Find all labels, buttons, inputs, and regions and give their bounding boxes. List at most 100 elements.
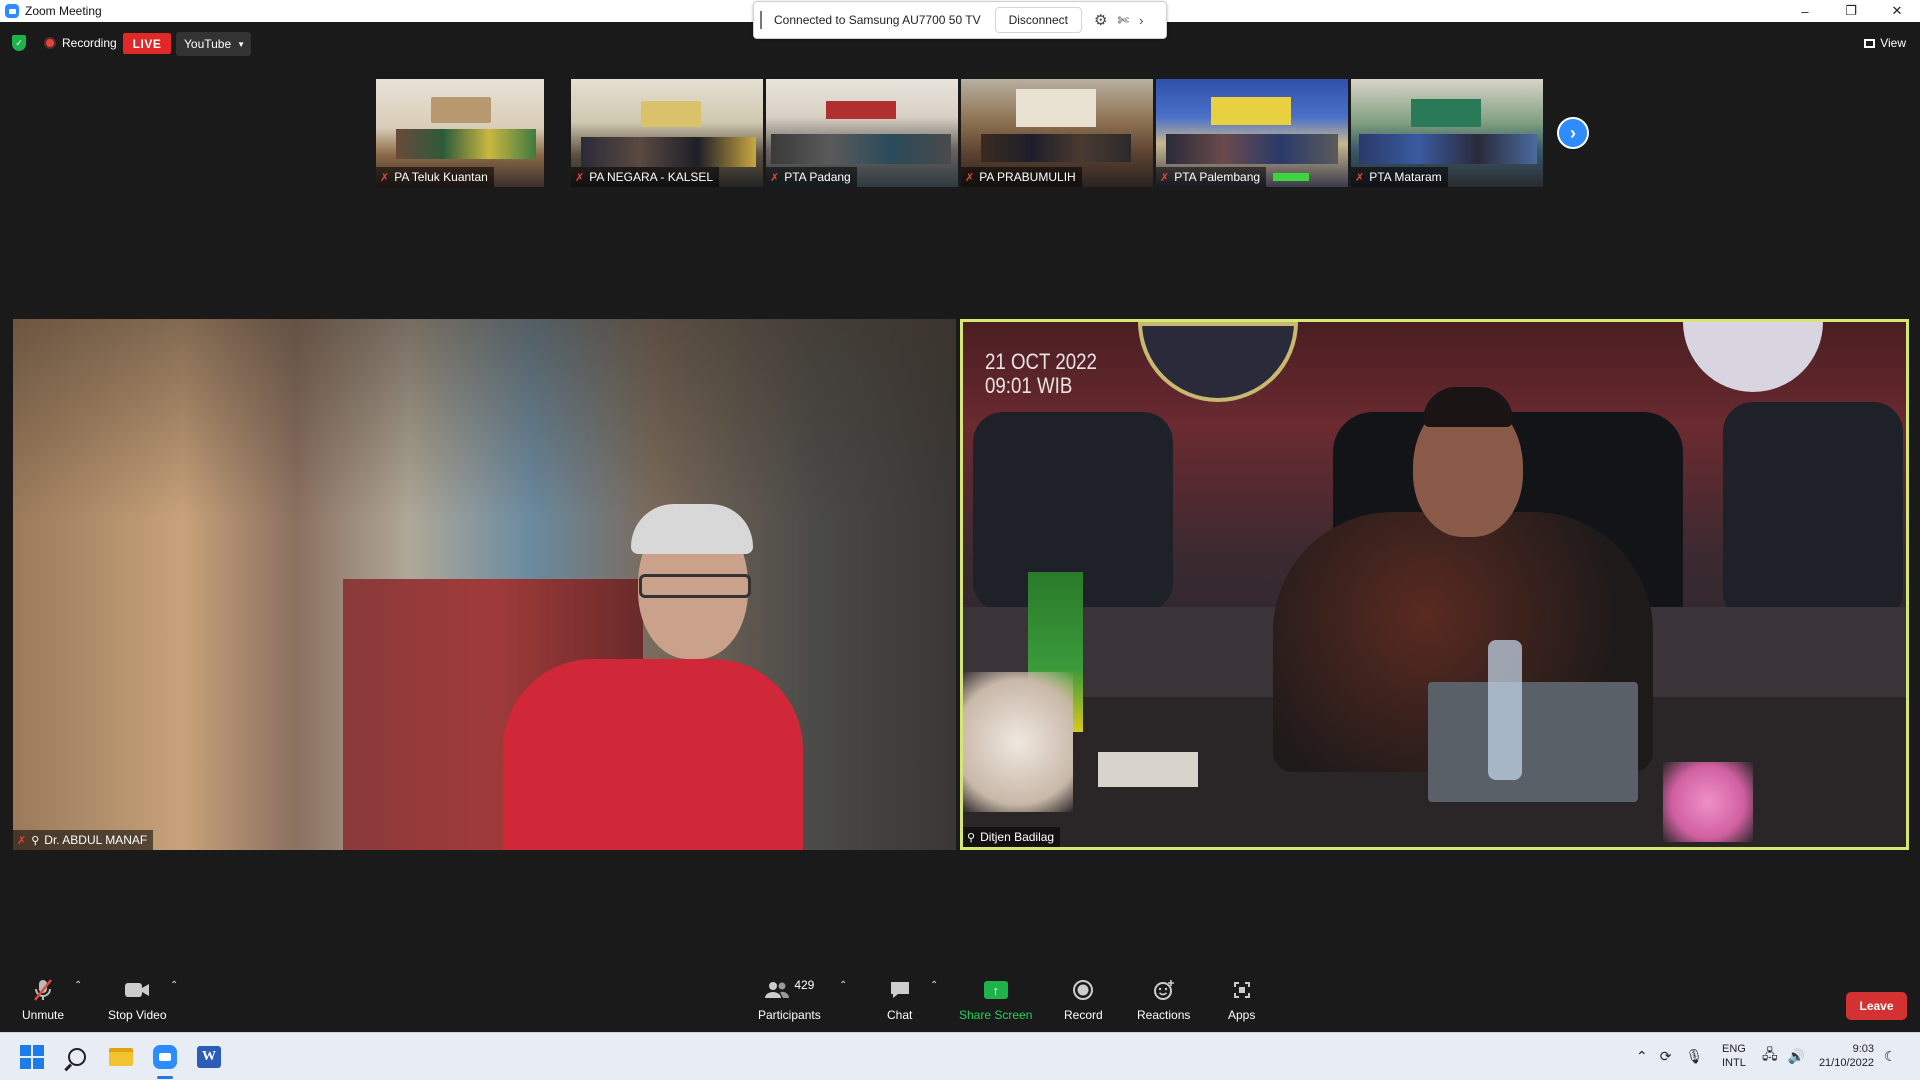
mic-muted-icon: ✗ — [575, 171, 585, 184]
taskbar-clock[interactable]: 9:03 21/10/2022 — [1812, 1042, 1874, 1070]
recording-indicator[interactable]: Recording — [44, 33, 117, 53]
search-button[interactable] — [62, 1042, 92, 1072]
thumbnail-name-tag: ✗ PA PRABUMULIH — [961, 167, 1082, 187]
participant-thumbnail[interactable]: ✗ PTA Palembang — [1156, 79, 1348, 187]
word-taskbar-button[interactable]: W — [194, 1042, 224, 1072]
next-page-button[interactable]: › — [1557, 117, 1589, 149]
minimize-button[interactable]: – — [1782, 0, 1828, 22]
gear-icon[interactable]: ⚙ — [1094, 11, 1107, 29]
stream-target-dropdown[interactable]: YouTube ▼ — [176, 32, 251, 56]
close-button[interactable]: ✕ — [1874, 0, 1920, 22]
start-button[interactable] — [17, 1042, 47, 1072]
moon-icon[interactable]: ☾ — [1884, 1048, 1897, 1065]
security-shield-icon[interactable]: ✓ — [12, 35, 26, 51]
participant-name: PA Teluk Kuantan — [394, 170, 488, 184]
active-app-indicator — [157, 1076, 173, 1079]
participant-name: PTA Padang — [784, 170, 851, 184]
audio-options-caret[interactable]: ⌃ — [74, 980, 82, 991]
overlay-time: 09:01 WIB — [985, 373, 1073, 398]
participant-thumbnail[interactable]: ✗ PA Teluk Kuantan — [376, 79, 544, 187]
clock-time: 9:03 — [1852, 1043, 1874, 1055]
person-figure — [503, 659, 803, 850]
lang-line2: INTL — [1722, 1057, 1746, 1069]
mic-muted-icon: ✗ — [380, 171, 390, 184]
participant-name: Ditjen Badilag — [980, 830, 1055, 844]
chat-label: Chat — [887, 1008, 913, 1022]
pin-icon: ⚲ — [31, 834, 40, 847]
chevron-up-icon[interactable]: ⌃ — [1636, 1048, 1648, 1065]
file-explorer-button[interactable] — [106, 1042, 136, 1072]
mic-muted-icon: ✗ — [1160, 171, 1170, 184]
mic-muted-icon: ✗ — [770, 171, 780, 184]
participant-name: PTA Mataram — [1369, 170, 1442, 184]
participants-options-caret[interactable]: ⌃ — [839, 980, 847, 991]
apps-icon — [1232, 976, 1252, 1004]
restore-button[interactable]: ❐ — [1828, 0, 1874, 22]
status-icons: 🖧 🔊 — [1762, 1032, 1805, 1080]
network-icon[interactable]: 🖧 — [1762, 1044, 1778, 1068]
thumbnail-name-tag: ✗ PA NEGARA - KALSEL — [571, 167, 720, 187]
participant-thumbnail[interactable]: ✗ PA NEGARA - KALSEL — [571, 79, 763, 187]
unmute-button[interactable]: Unmute — [22, 976, 64, 1022]
meeting-toolbar: Unmute ⌃ Stop Video ⌃ 429 Participants ⌃… — [0, 970, 1920, 1032]
zoom-taskbar-button[interactable] — [150, 1042, 180, 1072]
focus-assist: ☾ — [1884, 1032, 1897, 1080]
leave-button[interactable]: Leave — [1846, 992, 1907, 1020]
view-button[interactable]: View — [1864, 33, 1906, 53]
clock-date: 21/10/2022 — [1818, 1057, 1874, 1069]
chat-bubble-icon — [889, 976, 911, 1004]
thumbnail-name-tag: ✗ PTA Palembang — [1156, 167, 1267, 187]
stop-video-button[interactable]: Stop Video — [108, 976, 167, 1022]
participants-label: Participants — [758, 1008, 821, 1022]
smiley-icon — [1152, 976, 1176, 1004]
participant-thumbnail[interactable]: ✗ PTA Mataram — [1351, 79, 1543, 187]
video-tile-right[interactable]: 21 OCT 2022 09:01 WIB ⚲ Ditjen Badilag — [960, 319, 1909, 850]
video-options-caret[interactable]: ⌃ — [170, 980, 178, 991]
folder-icon — [109, 1048, 133, 1066]
search-icon — [68, 1048, 86, 1066]
participant-thumbnail[interactable]: ✗ PA PRABUMULIH — [961, 79, 1153, 187]
video-tile-left[interactable]: ✗ ⚲ Dr. ABDUL MANAF — [13, 319, 956, 850]
windows-taskbar: W — [0, 1032, 1920, 1080]
record-button[interactable]: Record — [1064, 976, 1103, 1022]
disconnect-button[interactable]: Disconnect — [994, 7, 1082, 33]
speaker-icon[interactable]: 🔊 — [1788, 1048, 1805, 1065]
mic-muted-icon: ✗ — [1355, 171, 1365, 184]
share-screen-button[interactable]: ↑ Share Screen — [959, 976, 1032, 1022]
unmute-label: Unmute — [22, 1008, 65, 1022]
cast-banner: Connected to Samsung AU7700 50 TV Discon… — [753, 1, 1167, 39]
window-title: Zoom Meeting — [25, 4, 102, 18]
tile-name-tag: ⚲ Ditjen Badilag — [963, 827, 1061, 847]
tile-name-tag: ✗ ⚲ Dr. ABDUL MANAF — [13, 830, 154, 850]
zoom-app-icon — [5, 4, 19, 18]
zoom-icon — [153, 1045, 177, 1069]
pin-icon: ⚲ — [967, 831, 976, 844]
microphone-icon[interactable]: 🎙 — [1685, 1048, 1703, 1065]
chevron-right-icon[interactable]: › — [1139, 13, 1143, 28]
sync-icon[interactable]: ⟳ — [1660, 1048, 1672, 1065]
participant-name: Dr. ABDUL MANAF — [44, 833, 148, 847]
input-language[interactable]: ENG INTL — [1722, 1042, 1746, 1070]
participant-name: PA PRABUMULIH — [979, 170, 1076, 184]
word-icon: W — [197, 1046, 221, 1068]
lang-line1: ENG — [1722, 1043, 1746, 1055]
chat-button[interactable]: Chat — [887, 976, 912, 1022]
participants-icon — [765, 982, 790, 998]
chevron-right-icon: › — [1570, 122, 1576, 143]
participant-thumbnail[interactable]: ✗ PTA Padang — [766, 79, 958, 187]
chat-options-caret[interactable]: ⌃ — [930, 980, 938, 991]
window-controls: – ❐ ✕ — [1782, 0, 1920, 22]
cast-status: Connected to Samsung AU7700 50 TV — [774, 13, 981, 27]
reactions-label: Reactions — [1137, 1008, 1191, 1022]
drag-handle[interactable] — [760, 11, 762, 29]
video-camera-icon — [124, 976, 150, 1004]
unpin-icon[interactable]: ✄ — [1117, 12, 1129, 29]
laptop — [1428, 682, 1638, 802]
participants-button[interactable]: 429 Participants — [758, 976, 821, 1022]
reactions-button[interactable]: Reactions — [1137, 976, 1190, 1022]
caret-down-icon: ▼ — [237, 39, 246, 49]
mic-muted-icon: ✗ — [965, 171, 975, 184]
share-screen-label: Share Screen — [959, 1008, 1033, 1022]
thumbnail-name-tag: ✗ PTA Padang — [766, 167, 857, 187]
apps-button[interactable]: Apps — [1228, 976, 1255, 1022]
